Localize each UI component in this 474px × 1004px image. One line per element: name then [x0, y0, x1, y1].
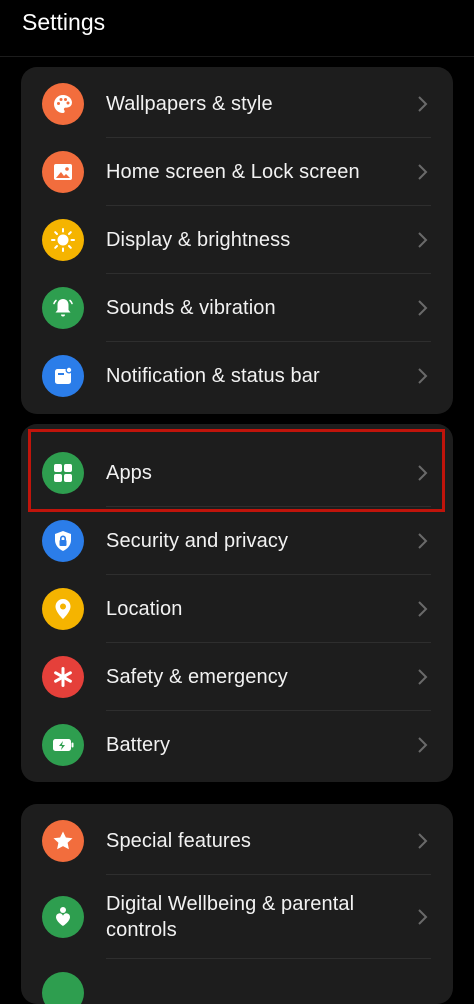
top-bar: Settings	[0, 0, 474, 57]
palette-icon	[42, 83, 84, 125]
settings-item-label: Security and privacy	[106, 529, 289, 552]
chevron-right-icon	[418, 232, 428, 248]
settings-item-home-lock-screen[interactable]: Home screen & Lock screen	[21, 138, 453, 206]
settings-item-wallpapers[interactable]: Wallpapers & style	[21, 70, 453, 138]
settings-item-sounds-vibration[interactable]: Sounds & vibration	[21, 274, 453, 342]
shield-lock-icon	[42, 520, 84, 562]
settings-item-label: Notification & status bar	[106, 364, 320, 387]
settings-item-label: Wallpapers & style	[106, 92, 273, 115]
settings-group-display: Wallpapers & style Home screen & Lock sc…	[21, 67, 453, 414]
settings-item-display-brightness[interactable]: Display & brightness	[21, 206, 453, 274]
chevron-right-icon	[418, 601, 428, 617]
settings-group-system: Apps Security and privacy Location Safet…	[21, 424, 453, 782]
star-icon	[42, 820, 84, 862]
settings-item-label: Location	[106, 597, 183, 620]
settings-item-label: Apps	[106, 461, 152, 484]
settings-item-label: Display & brightness	[106, 228, 291, 251]
battery-icon	[42, 724, 84, 766]
chevron-right-icon	[418, 533, 428, 549]
location-pin-icon	[42, 588, 84, 630]
settings-item-safety-emergency[interactable]: Safety & emergency	[21, 643, 453, 711]
settings-item-label: Safety & emergency	[106, 665, 288, 688]
settings-item-label: Home screen & Lock screen	[106, 160, 360, 183]
settings-item-label: Digital Wellbeing & parental controls	[106, 893, 355, 941]
settings-group-features: Special features Digital Wellbeing & par…	[21, 804, 453, 1004]
settings-item-label: Sounds & vibration	[106, 296, 276, 319]
chevron-right-icon	[418, 164, 428, 180]
sun-icon	[42, 219, 84, 261]
settings-item-apps[interactable]: Apps	[21, 439, 453, 507]
apps-grid-icon	[42, 452, 84, 494]
chevron-right-icon	[418, 465, 428, 481]
wellbeing-heart-icon	[42, 896, 84, 938]
bell-icon	[42, 287, 84, 329]
settings-item-label: Special features	[106, 829, 252, 852]
chevron-right-icon	[418, 909, 428, 925]
more-icon	[42, 972, 84, 1004]
asterisk-icon	[42, 656, 84, 698]
chevron-right-icon	[418, 300, 428, 316]
chevron-right-icon	[418, 96, 428, 112]
chevron-right-icon	[418, 737, 428, 753]
settings-item-notification-status-bar[interactable]: Notification & status bar	[21, 342, 453, 410]
chevron-right-icon	[418, 833, 428, 849]
settings-item-partial[interactable]	[21, 959, 453, 1004]
chevron-right-icon	[418, 368, 428, 384]
settings-item-digital-wellbeing[interactable]: Digital Wellbeing & parental controls	[21, 875, 453, 959]
settings-item-location[interactable]: Location	[21, 575, 453, 643]
settings-item-battery[interactable]: Battery	[21, 711, 453, 779]
settings-item-label	[106, 959, 406, 1004]
settings-item-label: Battery	[106, 733, 171, 756]
settings-item-special-features[interactable]: Special features	[21, 807, 453, 875]
settings-item-security-privacy[interactable]: Security and privacy	[21, 507, 453, 575]
chevron-right-icon	[418, 669, 428, 685]
page-title: Settings	[22, 9, 106, 35]
notification-icon	[42, 355, 84, 397]
image-icon	[42, 151, 84, 193]
